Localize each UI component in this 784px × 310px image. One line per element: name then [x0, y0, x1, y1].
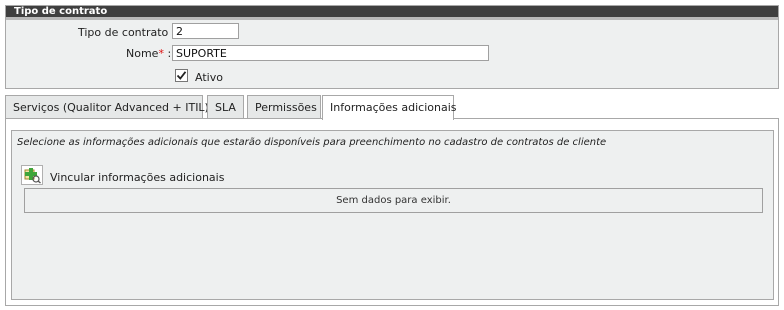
ativo-checkbox[interactable]	[175, 69, 188, 82]
tipo-contrato-field[interactable]	[172, 23, 239, 39]
hint-text: Selecione as informações adicionais que …	[17, 137, 607, 148]
empty-grid: Sem dados para exibir.	[24, 188, 763, 213]
tab-servicos[interactable]: Serviços (Qualitor Advanced + ITIL)	[5, 95, 209, 119]
nome-label: Nome* :	[126, 47, 172, 60]
add-link-icon[interactable]	[21, 165, 43, 185]
ativo-label: Ativo	[195, 71, 223, 84]
tab-content-panel	[11, 130, 774, 300]
tab-sla[interactable]: SLA	[207, 95, 244, 119]
panel-title: Tipo de contrato	[6, 6, 778, 20]
tab-permissoes[interactable]: Permissões	[247, 95, 321, 119]
nome-field[interactable]	[172, 45, 489, 61]
tab-informacoes-adicionais[interactable]: Informações adicionais	[322, 95, 457, 120]
tipo-contrato-label: Tipo de contrato :	[78, 26, 176, 39]
check-icon	[176, 71, 187, 80]
link-info-button[interactable]: Vincular informações adicionais	[50, 171, 224, 184]
